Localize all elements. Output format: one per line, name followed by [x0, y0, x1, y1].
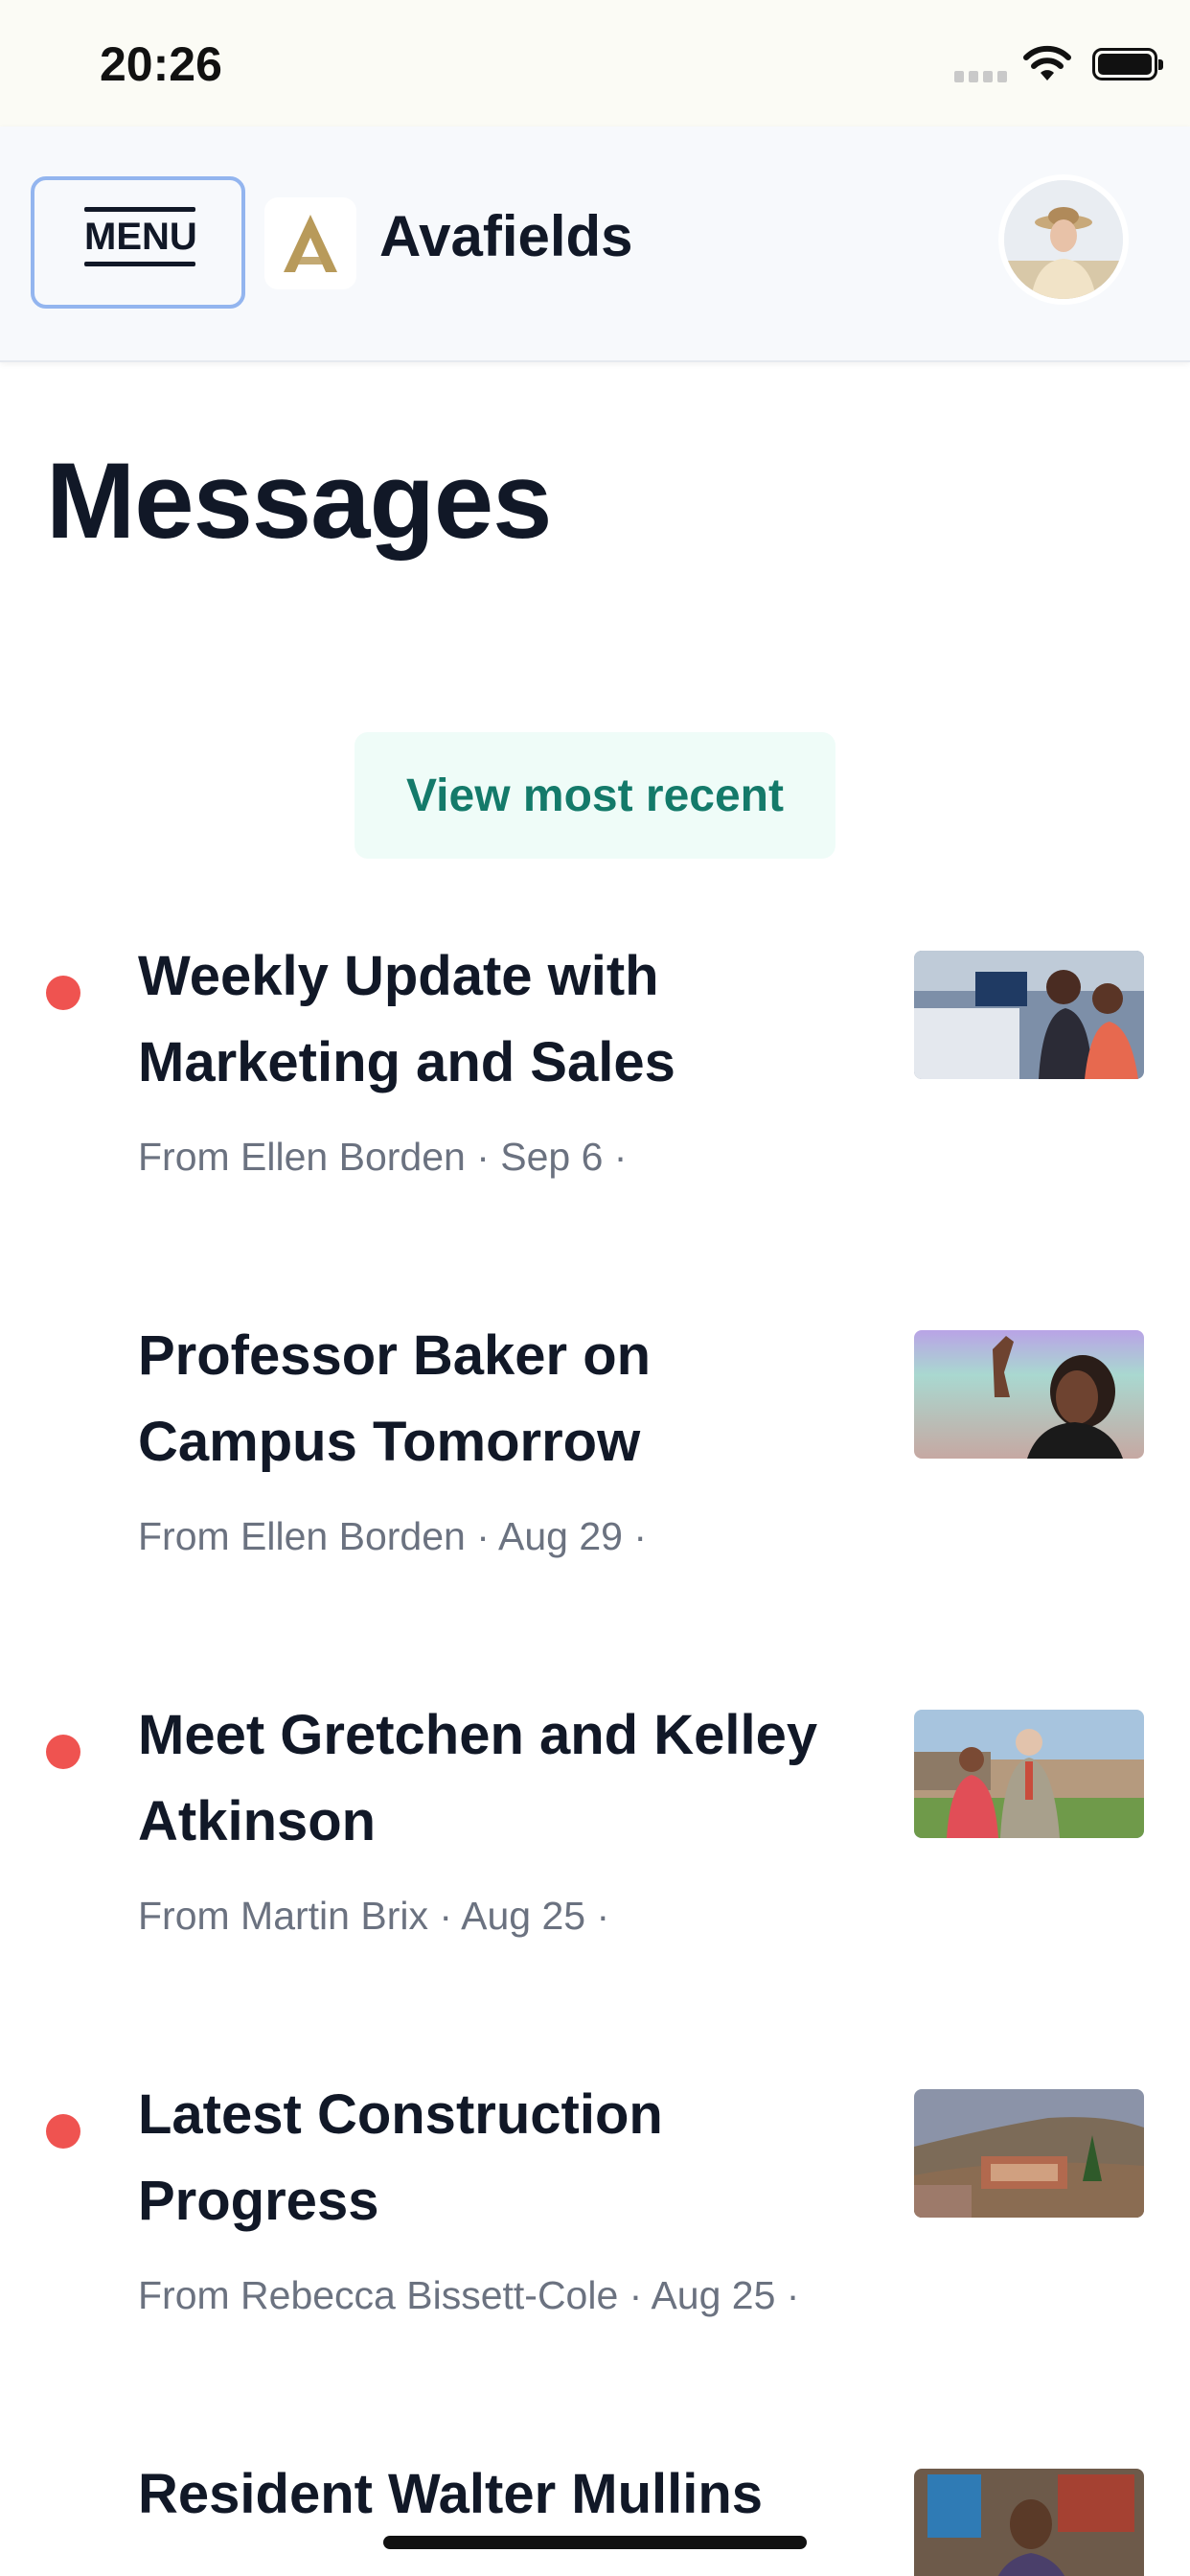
view-most-recent-button[interactable]: View most recent [355, 732, 835, 859]
menu-bottom-bar [84, 262, 195, 266]
message-item[interactable]: Resident Walter Mullins [0, 2455, 1190, 2576]
status-time: 20:26 [100, 37, 222, 91]
message-title: Latest Construction Progress [138, 2083, 663, 2232]
message-meta: From Ellen Borden · Sep 6 · [138, 1135, 628, 1179]
message-thumbnail [914, 1710, 1144, 1838]
message-title: Meet Gretchen and Kelley Atkinson [138, 1704, 818, 1852]
message-item[interactable]: Latest Construction Progress From Rebecc… [0, 2076, 1190, 2363]
message-item[interactable]: Weekly Update with Marketing and Sales F… [0, 937, 1190, 1225]
message-thumbnail [914, 2469, 1144, 2576]
cellular-signal-icon [954, 71, 1008, 82]
unread-indicator [46, 1735, 80, 1769]
app-logo-icon[interactable] [264, 197, 356, 289]
message-item[interactable]: Meet Gretchen and Kelley Atkinson From M… [0, 1696, 1190, 1984]
message-title: Weekly Update with Marketing and Sales [138, 945, 675, 1093]
message-thumbnail [914, 1330, 1144, 1459]
page-title: Messages [46, 441, 552, 561]
status-bar: 20:26 [0, 0, 1190, 126]
app-title: Avafields [379, 204, 633, 268]
message-meta: From Martin Brix · Aug 25 · [138, 1894, 610, 1938]
menu-label: MENU [84, 216, 197, 258]
menu-button[interactable]: MENU [31, 176, 245, 309]
message-thumbnail [914, 2089, 1144, 2218]
message-title: Professor Baker on Campus Tomorrow [138, 1324, 652, 1473]
wifi-icon [1023, 45, 1071, 80]
user-avatar[interactable] [998, 174, 1129, 305]
battery-icon [1092, 48, 1163, 80]
message-title: Resident Walter Mullins [138, 2463, 764, 2525]
app-header: MENU Avafields [0, 126, 1190, 362]
message-item[interactable]: Professor Baker on Campus Tomorrow From … [0, 1317, 1190, 1604]
message-meta: From Ellen Borden · Aug 29 · [138, 1514, 647, 1558]
unread-indicator [46, 2114, 80, 2149]
unread-indicator [46, 976, 80, 1010]
home-indicator[interactable] [383, 2536, 807, 2549]
message-thumbnail [914, 951, 1144, 1079]
message-meta: From Rebecca Bissett-Cole · Aug 25 · [138, 2273, 800, 2317]
